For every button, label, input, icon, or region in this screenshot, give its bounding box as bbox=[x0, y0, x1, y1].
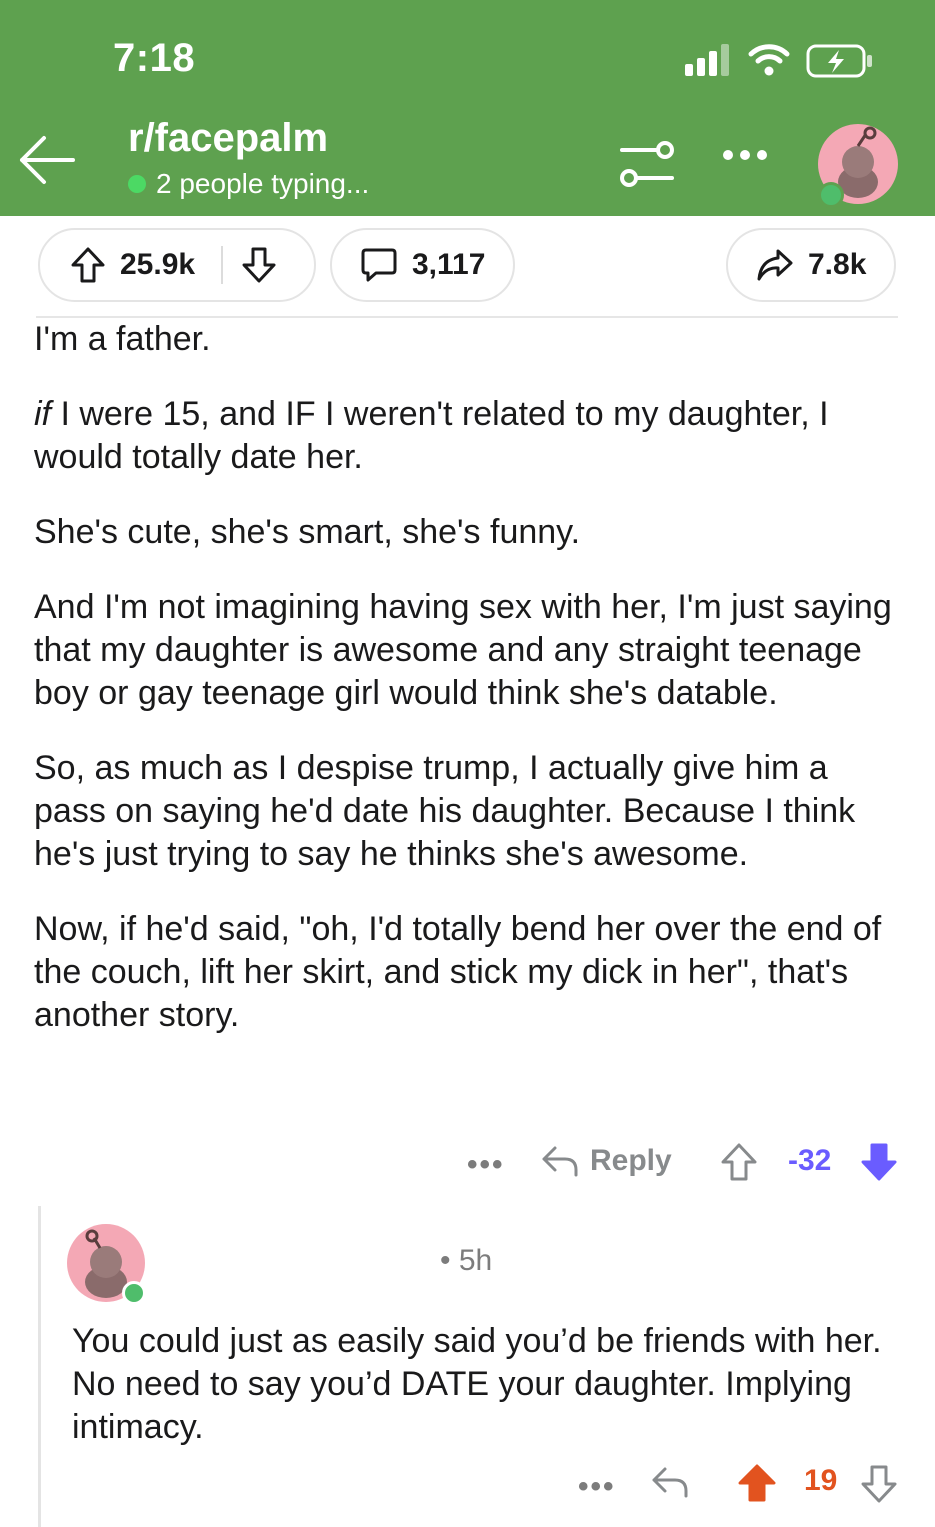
comment-paragraph: And I'm not imagining having sex with he… bbox=[34, 588, 892, 712]
vote-separator bbox=[221, 246, 224, 284]
comment-paragraph: So, as much as I despise trump, I actual… bbox=[34, 749, 856, 873]
typing-text: 2 people typing... bbox=[156, 168, 370, 199]
downvote-icon[interactable] bbox=[241, 246, 277, 284]
comment-icon bbox=[360, 246, 398, 284]
filter-icon[interactable] bbox=[619, 140, 675, 188]
comment-more-button[interactable]: ••• bbox=[467, 1148, 505, 1182]
reply-timestamp: • 5h bbox=[440, 1244, 493, 1277]
comment-body: I'm a father. if I were 15, and IF I wer… bbox=[34, 318, 902, 1037]
comment-count: 3,117 bbox=[412, 248, 486, 281]
reply-body: You could just as easily said you’d be f… bbox=[72, 1322, 882, 1446]
italic-lead: if bbox=[34, 395, 51, 433]
reply-score: 19 bbox=[804, 1464, 838, 1497]
upvote-icon[interactable] bbox=[720, 1142, 758, 1182]
comments-button[interactable]: 3,117 bbox=[330, 228, 515, 302]
more-icon[interactable] bbox=[721, 148, 769, 162]
comment-paragraph: I'm a father. bbox=[34, 320, 211, 358]
status-time: 7:18 bbox=[113, 36, 196, 80]
reply-button[interactable]: Reply bbox=[590, 1144, 672, 1178]
downvote-icon[interactable] bbox=[860, 1464, 898, 1504]
upvote-icon[interactable] bbox=[70, 246, 106, 284]
thread-line[interactable] bbox=[38, 1206, 41, 1527]
comment-paragraph: She's cute, she's smart, she's funny. bbox=[34, 513, 581, 551]
downvote-icon[interactable] bbox=[860, 1142, 898, 1182]
online-status-dot bbox=[818, 182, 844, 208]
comment-score: -32 bbox=[788, 1144, 832, 1177]
subreddit-title[interactable]: r/facepalm bbox=[128, 116, 328, 161]
app-header: 7:18 r/facepalm 2 people typing... bbox=[0, 0, 935, 216]
reply-more-button[interactable]: ••• bbox=[578, 1470, 616, 1504]
reply-icon[interactable] bbox=[651, 1465, 689, 1499]
comment-paragraph: if I were 15, and IF I weren't related t… bbox=[34, 395, 829, 476]
typing-dot-icon bbox=[128, 175, 146, 193]
battery-icon bbox=[806, 44, 872, 78]
typing-indicator: 2 people typing... bbox=[128, 168, 369, 200]
back-arrow-icon[interactable] bbox=[16, 130, 76, 190]
share-button[interactable]: 7.8k bbox=[726, 228, 896, 302]
share-count: 7.8k bbox=[808, 248, 867, 281]
vote-bar: 25.9k bbox=[38, 228, 316, 302]
reply-icon[interactable] bbox=[541, 1144, 579, 1178]
signal-icon bbox=[685, 44, 731, 76]
wifi-icon bbox=[748, 44, 790, 76]
upvote-icon[interactable] bbox=[737, 1463, 777, 1503]
upvote-count: 25.9k bbox=[120, 248, 196, 281]
share-icon bbox=[756, 248, 794, 282]
online-status-dot bbox=[122, 1281, 146, 1305]
comment-paragraph: Now, if he'd said, "oh, I'd totally bend… bbox=[34, 910, 882, 1034]
